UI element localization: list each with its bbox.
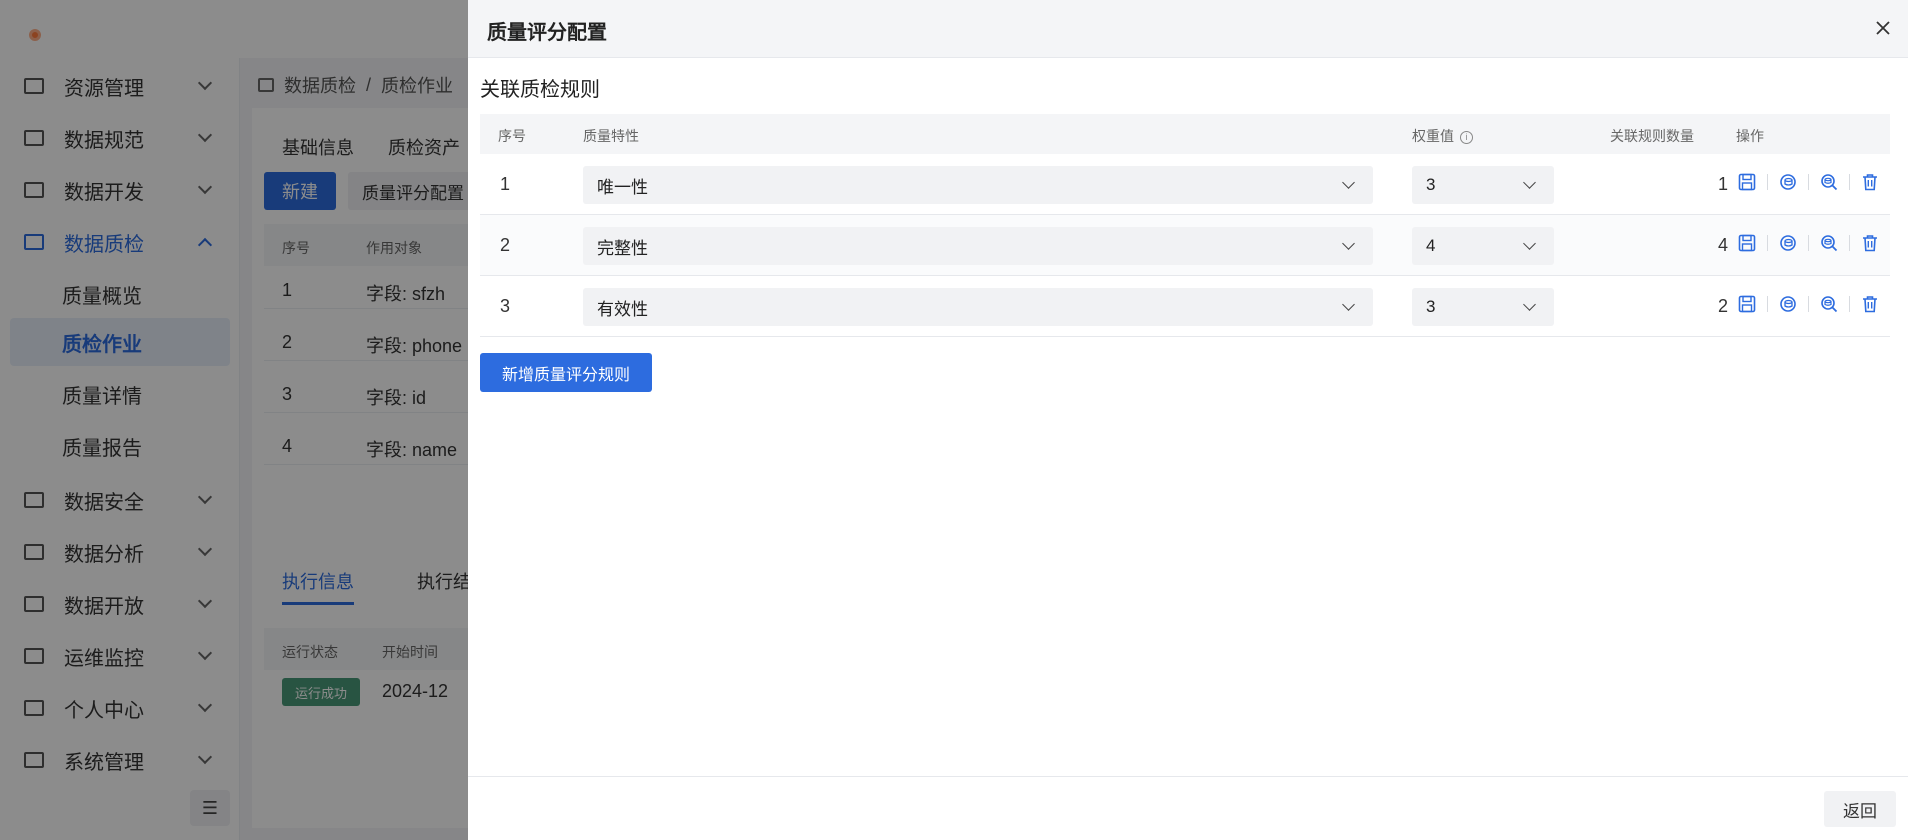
table-header: 序号 质量特性 权重值 i 关联规则数量 操作 xyxy=(480,114,1890,154)
database-sync-icon xyxy=(1780,296,1796,312)
column-header-weight: 权重值 i xyxy=(1412,126,1473,146)
view-rules-button[interactable] xyxy=(1818,232,1840,254)
table-row: 2 完整性 4 4 xyxy=(480,215,1890,276)
delete-button[interactable] xyxy=(1859,171,1881,193)
property-select[interactable]: 唯一性 xyxy=(583,166,1373,204)
rule-count: 1 xyxy=(1717,174,1728,194)
table-row: 3 有效性 3 2 xyxy=(480,276,1890,337)
chevron-down-icon xyxy=(1342,298,1355,311)
search-rules-icon xyxy=(1821,296,1838,313)
drawer-header: 质量评分配置 xyxy=(468,0,1908,58)
refresh-button[interactable] xyxy=(1777,293,1799,315)
chevron-down-icon xyxy=(1342,237,1355,250)
table-row: 1 唯一性 3 1 xyxy=(480,154,1890,215)
delete-button[interactable] xyxy=(1859,232,1881,254)
close-button[interactable] xyxy=(1872,18,1894,40)
info-icon[interactable]: i xyxy=(1460,131,1473,144)
chevron-down-icon xyxy=(1523,298,1536,311)
drawer-title: 质量评分配置 xyxy=(487,22,607,44)
database-sync-icon xyxy=(1780,235,1796,251)
row-number: 3 xyxy=(500,296,511,316)
add-quality-rule-button[interactable]: 新增质量评分规则 xyxy=(480,353,652,392)
section-title: 关联质检规则 xyxy=(480,79,600,101)
view-rules-button[interactable] xyxy=(1818,293,1840,315)
trash-icon xyxy=(1863,235,1877,252)
rule-count: 4 xyxy=(1717,235,1728,255)
property-select[interactable]: 完整性 xyxy=(583,227,1373,265)
row-actions xyxy=(1736,293,1881,315)
drawer-footer: 返回 xyxy=(468,776,1908,840)
save-button[interactable] xyxy=(1736,293,1758,315)
save-icon xyxy=(1738,173,1756,191)
search-rules-icon xyxy=(1821,174,1838,191)
close-icon xyxy=(1876,21,1890,35)
quality-config-drawer: 质量评分配置 关联质检规则 序号 质量特性 权重值 i 关联规则数量 操作 1 唯… xyxy=(468,0,1908,840)
row-number: 1 xyxy=(500,174,511,194)
column-header-property: 质量特性 xyxy=(583,128,639,144)
delete-button[interactable] xyxy=(1859,293,1881,315)
back-button[interactable]: 返回 xyxy=(1824,791,1896,827)
save-icon xyxy=(1738,234,1756,252)
chevron-down-icon xyxy=(1523,176,1536,189)
database-sync-icon xyxy=(1780,174,1796,190)
save-button[interactable] xyxy=(1736,232,1758,254)
column-header-actions: 操作 xyxy=(1736,128,1764,144)
weight-select[interactable]: 3 xyxy=(1412,288,1554,326)
row-number: 2 xyxy=(500,235,511,255)
chevron-down-icon xyxy=(1342,176,1355,189)
trash-icon xyxy=(1863,174,1877,191)
column-header-no: 序号 xyxy=(498,128,526,144)
weight-select[interactable]: 4 xyxy=(1412,227,1554,265)
property-select[interactable]: 有效性 xyxy=(583,288,1373,326)
chevron-down-icon xyxy=(1523,237,1536,250)
search-rules-icon xyxy=(1821,235,1838,252)
view-rules-button[interactable] xyxy=(1818,171,1840,193)
refresh-button[interactable] xyxy=(1777,232,1799,254)
row-actions xyxy=(1736,232,1881,254)
save-button[interactable] xyxy=(1736,171,1758,193)
save-icon xyxy=(1738,295,1756,313)
column-header-rule-count: 关联规则数量 xyxy=(1610,128,1694,144)
rule-count: 2 xyxy=(1717,296,1728,316)
trash-icon xyxy=(1863,296,1877,313)
row-actions xyxy=(1736,171,1881,193)
refresh-button[interactable] xyxy=(1777,171,1799,193)
weight-select[interactable]: 3 xyxy=(1412,166,1554,204)
